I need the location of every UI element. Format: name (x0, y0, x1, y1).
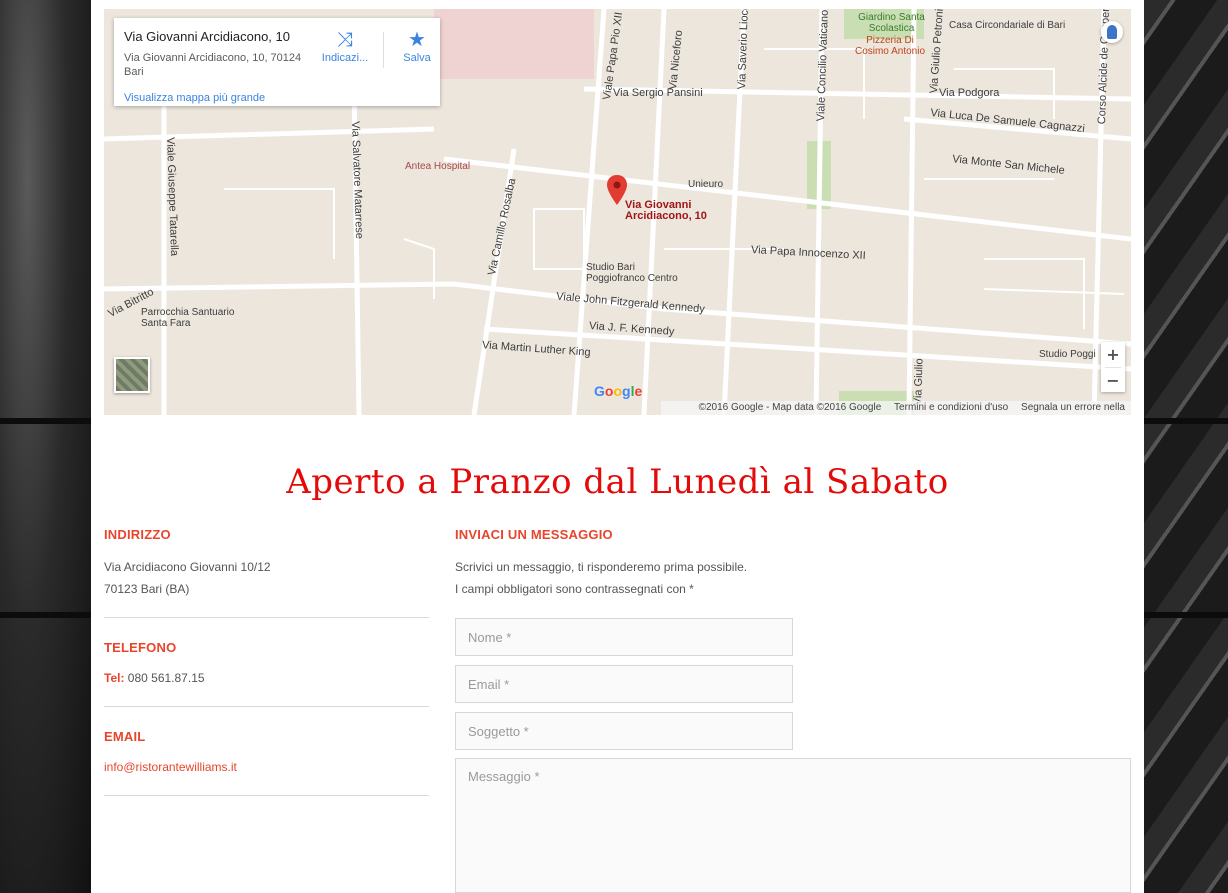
google-map[interactable]: Via Sergio Pansini Viale Papa Pio XII Vi… (104, 9, 1131, 415)
address-line: 70123 Bari (BA) (104, 582, 190, 596)
phone-line: Tel: 080 561.87.15 (104, 667, 429, 689)
map-label: Studio Bari Poggiofranco Centro (586, 262, 678, 284)
background-band (0, 612, 91, 618)
save-button[interactable]: ★ Salva (397, 28, 437, 64)
map-footer: ©2016 Google - Map data ©2016 Google Ter… (661, 401, 1131, 415)
map-info-card: Via Giovanni Arcidiacono, 10 Via Giovann… (114, 18, 440, 106)
email-line: info@ristorantewilliams.it (104, 756, 429, 778)
directions-icon: ⤨ (337, 29, 353, 51)
street-view-pegman-icon[interactable] (1101, 21, 1123, 43)
map-pin-icon[interactable] (607, 175, 627, 205)
map-label: Studio Poggi (1039, 349, 1096, 360)
email-field[interactable] (455, 665, 793, 703)
map-label: Pizzeria Di Cosimo Antonio (854, 35, 926, 57)
page-heading: Aperto a Pranzo dal Lunedì al Sabato (286, 462, 949, 502)
form-title: INVIACI UN MESSAGGIO (455, 527, 613, 542)
map-label: Unieuro (688, 179, 724, 190)
phone-value[interactable]: 080 561.87.15 (128, 671, 205, 685)
map-label: Giardino Santa Scolastica (858, 12, 925, 34)
map-label: Via Podgora (939, 87, 1000, 99)
terms-link[interactable]: Termini e condizioni d'uso (894, 402, 1008, 413)
place-title: Via Giovanni Arcidiacono, 10 (124, 29, 290, 44)
save-label: Salva (403, 52, 431, 64)
map-label: Via Sergio Pansini (613, 87, 703, 99)
background-left (0, 0, 91, 893)
divider (383, 32, 384, 68)
map-label: Via Giulio (912, 358, 926, 406)
map-label: Casa Circondariale di Bari (949, 20, 1066, 31)
contact-info: INDIRIZZO Via Arcidiacono Giovanni 10/12… (104, 527, 429, 796)
address-title: INDIRIZZO (104, 527, 171, 542)
background-band (1144, 418, 1228, 424)
zoom-out-button[interactable]: − (1101, 368, 1125, 393)
star-icon: ★ (408, 29, 426, 51)
place-address: Via Giovanni Arcidiacono, 10, 70124 Bari (124, 52, 302, 78)
contact-form: INVIACI UN MESSAGGIO Scrivici un messagg… (455, 527, 1131, 893)
report-error-link[interactable]: Segnala un errore nella mappa (1021, 402, 1125, 415)
map-copyright: ©2016 Google - Map data ©2016 Google (698, 402, 882, 413)
form-intro: Scrivici un messaggio, ti risponderemo p… (455, 560, 748, 574)
divider (104, 795, 429, 796)
divider (104, 706, 429, 707)
zoom-in-button[interactable]: + (1101, 342, 1125, 367)
zoom-control: + − (1101, 342, 1125, 392)
page-content: Via Sergio Pansini Viale Papa Pio XII Vi… (91, 0, 1144, 893)
background-right (1144, 0, 1228, 893)
google-logo: Google (594, 383, 643, 399)
directions-button[interactable]: ⤨ Indicazi... (319, 28, 371, 64)
phone-label: Tel: (104, 671, 125, 685)
message-field[interactable] (455, 758, 1131, 893)
address-line: Via Arcidiacono Giovanni 10/12 (104, 560, 271, 574)
email-link[interactable]: info@ristorantewilliams.it (104, 760, 237, 774)
larger-map-link[interactable]: Visualizza mappa più grande (124, 92, 265, 104)
name-field[interactable] (455, 618, 793, 656)
background-band (0, 418, 91, 424)
form-intro: I campi obbligatori sono contrassegnati … (455, 582, 694, 596)
pin-label: Via Giovanni Arcidiacono, 10 (625, 199, 707, 222)
map-label: Antea Hospital (405, 161, 471, 172)
directions-label: Indicazi... (321, 52, 369, 64)
satellite-toggle[interactable] (114, 357, 150, 393)
map-label: Parrocchia Santuario Santa Fara (141, 307, 235, 329)
phone-title: TELEFONO (104, 640, 177, 655)
subject-field[interactable] (455, 712, 793, 750)
divider (104, 617, 429, 618)
background-band (1144, 612, 1228, 618)
email-title: EMAIL (104, 729, 146, 744)
